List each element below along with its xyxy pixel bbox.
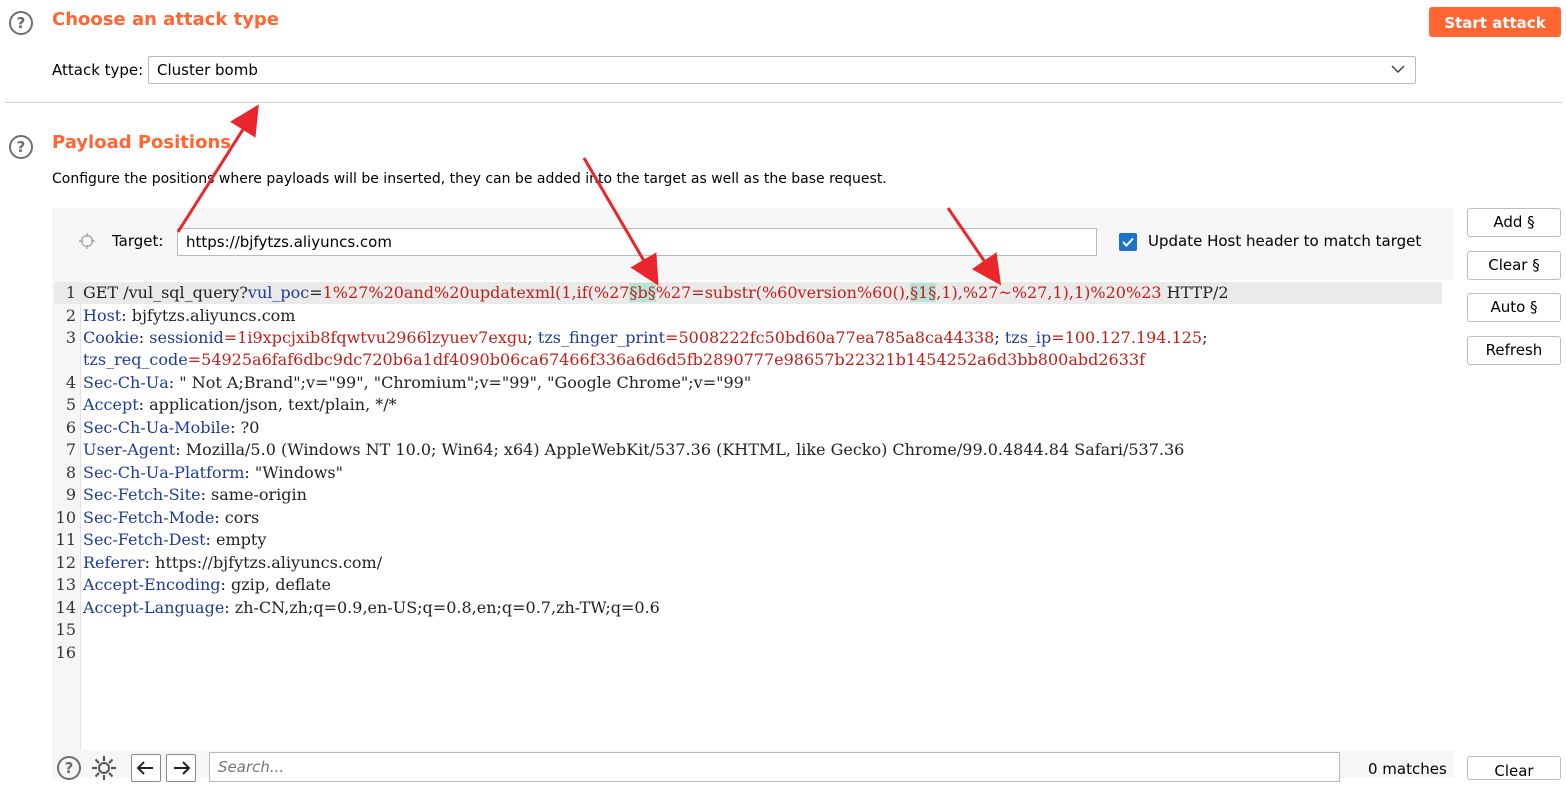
target-label: Target: — [112, 232, 164, 250]
request-line: 8 Sec-Ch-Ua-Platform: "Windows" — [65, 463, 343, 482]
attack-type-value: Cluster bomb — [157, 61, 258, 79]
arrow-right-icon — [174, 761, 191, 775]
request-line: 10 Sec-Fetch-Mode: cors — [55, 508, 260, 527]
help-icon[interactable]: ? — [9, 11, 33, 35]
attack-type-select[interactable]: Cluster bomb — [148, 56, 1416, 84]
start-attack-button[interactable]: Start attack — [1429, 7, 1561, 37]
arrow-left-icon — [136, 761, 153, 775]
checkmark-icon — [1122, 237, 1134, 247]
request-line: 12 Referer: https://bjfytzs.aliyuncs.com/ — [55, 553, 383, 572]
attack-type-label: Attack type: — [52, 61, 144, 79]
target-input[interactable]: https://bjfytzs.aliyuncs.com — [177, 228, 1097, 256]
match-count: 0 matches — [1368, 760, 1447, 778]
request-line: 11 Sec-Fetch-Dest: empty — [55, 530, 267, 549]
help-icon[interactable]: ? — [9, 135, 33, 159]
request-line: 6 Sec-Ch-Ua-Mobile: ?0 — [65, 418, 260, 437]
target-value: https://bjfytzs.aliyuncs.com — [186, 233, 392, 251]
clear-search-button[interactable]: Clear — [1467, 756, 1561, 780]
payload-positions-description: Configure the positions where payloads w… — [52, 171, 887, 187]
chevron-down-icon — [1391, 65, 1405, 74]
payload-marker[interactable]: §1§ — [910, 283, 937, 302]
request-line: 2 Host: bjfytzs.aliyuncs.com — [65, 306, 296, 325]
request-line: tzs_req_code=54925a6faf6dbc9dc720b6a1df4… — [83, 350, 1145, 369]
request-line: 4 Sec-Ch-Ua: " Not A;Brand";v="99", "Chro… — [65, 373, 752, 392]
update-host-checkbox[interactable] — [1119, 233, 1137, 251]
request-line: 9 Sec-Fetch-Site: same-origin — [65, 485, 307, 504]
request-line: 16 — [55, 643, 76, 662]
request-line: 15 — [55, 620, 76, 639]
section-divider — [5, 102, 1562, 103]
clear-marker-button[interactable]: Clear § — [1467, 251, 1561, 280]
request-line: 1 GET /vul_sql_query?vul_poc=1%27%20and%2… — [54, 282, 1442, 304]
payload-marker[interactable]: §b§ — [629, 283, 656, 302]
request-line: 7 User-Agent: Mozilla/5.0 (Windows NT 10.… — [65, 440, 1185, 459]
payload-positions-title: Payload Positions — [52, 132, 231, 153]
update-host-label: Update Host header to match target — [1148, 232, 1422, 250]
search-input[interactable] — [210, 753, 1339, 781]
auto-marker-button[interactable]: Auto § — [1467, 293, 1561, 322]
request-line: 14 Accept-Language: zh-CN,zh;q=0.9,en-US;… — [55, 598, 660, 617]
request-line: 3 Cookie: sessionid=1i9xpcjxib8fqwtvu2966… — [65, 328, 1208, 347]
request-line: 5 Accept: application/json, text/plain, *… — [65, 395, 397, 414]
add-marker-button[interactable]: Add § — [1467, 208, 1561, 237]
request-line: 13 Accept-Encoding: gzip, deflate — [55, 575, 332, 594]
crosshair-icon — [79, 233, 95, 249]
refresh-button[interactable]: Refresh — [1467, 336, 1561, 365]
help-icon[interactable]: ? — [57, 756, 81, 780]
attack-type-title: Choose an attack type — [52, 9, 280, 30]
